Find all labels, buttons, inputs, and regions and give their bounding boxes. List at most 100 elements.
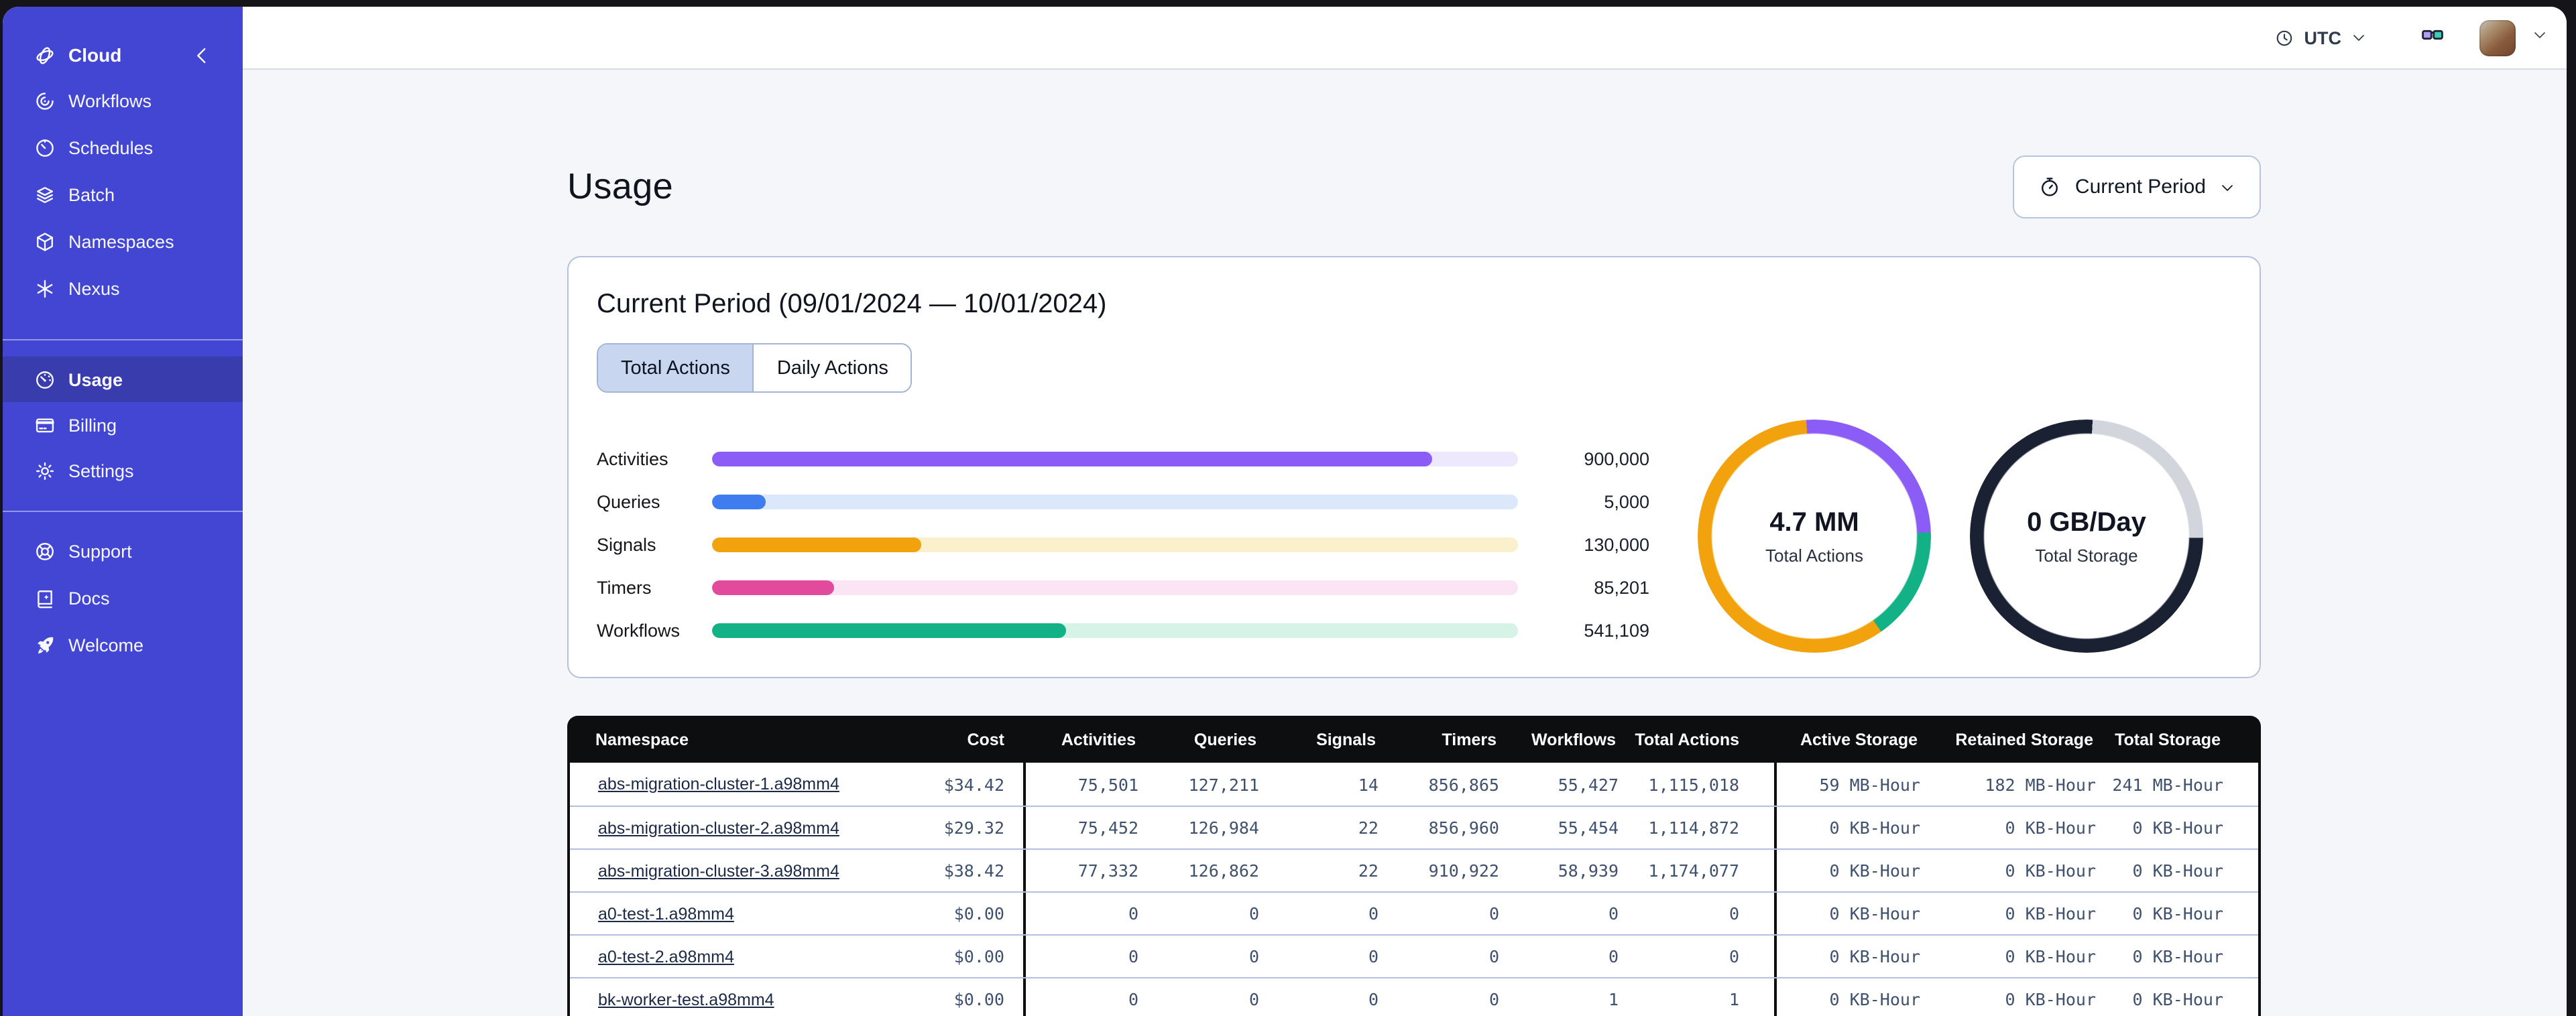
bar-track — [712, 494, 1518, 509]
bar-fill — [712, 623, 1066, 637]
tab-total-actions[interactable]: Total Actions — [598, 344, 753, 391]
table-cell: 127,211 — [1188, 774, 1259, 794]
sidebar-item-support[interactable]: Support — [3, 528, 243, 575]
table-cell: 856,960 — [1428, 818, 1499, 838]
actions-bar-chart: Activities 900,000 Queries 5,000 Signals 130,… — [597, 437, 1656, 651]
bar-fill — [712, 537, 921, 552]
user-menu-button[interactable] — [2526, 20, 2553, 55]
namespace-link[interactable]: abs-migration-cluster-1.a98mm4 — [598, 775, 839, 793]
sidebar-item-label: Billing — [68, 415, 117, 435]
namespace-link[interactable]: bk-worker-test.a98mm4 — [598, 990, 774, 1009]
namespace-link[interactable]: a0-test-2.a98mm4 — [598, 947, 734, 966]
table-row: abs-migration-cluster-3.a98mm4 $38.42 77,3… — [570, 848, 2258, 891]
namespace-usage-table: Namespace Cost Activities Queries Signals Tim… — [567, 716, 2261, 1016]
bar-row-timers: Timers 85,201 — [597, 566, 1656, 609]
table-cell: a0-test-2.a98mm4 — [570, 947, 852, 966]
timezone-selector[interactable]: UTC — [2264, 19, 2378, 56]
column-header-retained-storage: Retained Storage — [1955, 730, 2093, 749]
usage-card-title: Current Period (09/01/2024 — 10/01/2024) — [597, 290, 1107, 319]
sidebar-item-workflows[interactable]: Workflows — [3, 78, 243, 125]
table-cell: 1 — [1608, 989, 1619, 1009]
book-icon — [34, 587, 56, 610]
table-cell: 0 — [1488, 903, 1499, 924]
table-cell: 241 MB-Hour — [2112, 774, 2223, 794]
bar-value: 5,000 — [1604, 491, 1649, 511]
column-header-queries: Queries — [1193, 730, 1256, 749]
table-cell: 22 — [1358, 818, 1379, 838]
namespace-link[interactable]: abs-migration-cluster-2.a98mm4 — [598, 818, 839, 837]
chevron-down-icon — [2351, 29, 2367, 46]
table-cell: 1 — [1619, 978, 1777, 1016]
namespace-link[interactable]: abs-migration-cluster-3.a98mm4 — [598, 861, 839, 880]
sidebar-item-nexus[interactable]: Nexus — [3, 265, 243, 312]
table-cell: 0 — [1608, 946, 1619, 966]
table-cell: 856,865 — [1428, 774, 1499, 794]
table-row: a0-test-2.a98mm4 $0.00 0 0 0 0 0 0 0 KB-Hour 0 KB… — [570, 934, 2258, 977]
temporal-logo-icon — [34, 44, 56, 66]
gauge-icon — [34, 368, 56, 391]
sidebar-divider — [3, 511, 243, 512]
sidebar-header-label: Cloud — [68, 44, 122, 66]
table-cell: 14 — [1358, 774, 1379, 794]
column-header-total-storage: Total Storage — [2115, 730, 2221, 749]
nexus-icon — [34, 277, 56, 300]
sidebar-item-docs[interactable]: Docs — [3, 575, 243, 622]
bar-label: Activities — [597, 448, 668, 468]
table-cell: 0 — [1619, 893, 1777, 934]
usage-card: Current Period (09/01/2024 — 10/01/2024)… — [567, 256, 2261, 678]
bar-label: Queries — [597, 491, 660, 511]
sidebar-group-account: Usage Billing Settings — [3, 357, 243, 493]
table-cell: 0 KB-Hour — [1829, 818, 1920, 838]
table-cell: abs-migration-cluster-1.a98mm4 — [570, 775, 852, 793]
table-cell: 1,114,872 — [1619, 807, 1777, 848]
namespaces-icon — [34, 231, 56, 253]
table-cell: 0 — [1608, 903, 1619, 924]
table-cell: 0 KB-Hour — [2132, 946, 2223, 966]
table-cell: abs-migration-cluster-2.a98mm4 — [570, 818, 852, 837]
table-cell: $34.42 — [852, 763, 1026, 806]
table-cell: $38.42 — [852, 850, 1026, 891]
table-cell: $29.32 — [852, 807, 1026, 848]
tab-daily-actions[interactable]: Daily Actions — [752, 344, 911, 391]
column-header-namespace: Namespace — [595, 730, 689, 749]
sidebar-item-billing[interactable]: Billing — [3, 402, 243, 448]
period-selector-button[interactable]: Current Period — [2013, 155, 2261, 218]
table-cell: 0 — [1128, 946, 1138, 966]
table-cell: 77,332 — [1077, 861, 1138, 881]
table-row: abs-migration-cluster-1.a98mm4 $34.42 75,5… — [570, 763, 2258, 806]
table-cell: 0 — [1368, 989, 1379, 1009]
bar-value: 900,000 — [1584, 448, 1649, 468]
table-cell: 0 — [1248, 946, 1259, 966]
table-cell: 59 MB-Hour — [1819, 774, 1920, 794]
bar-label: Signals — [597, 534, 656, 554]
sidebar-item-usage[interactable]: Usage — [3, 357, 243, 402]
sidebar-item-namespaces[interactable]: Namespaces — [3, 218, 243, 265]
namespace-link[interactable]: a0-test-1.a98mm4 — [598, 904, 734, 923]
sidebar-item-batch[interactable]: Batch — [3, 172, 243, 218]
bar-row-signals: Signals 130,000 — [597, 523, 1656, 566]
table-cell: 0 — [1368, 903, 1379, 924]
bar-track — [712, 537, 1518, 552]
sidebar-group-primary: Workflows Schedules Batch Namespaces Nexus — [3, 78, 243, 312]
bar-label: Timers — [597, 577, 652, 597]
sidebar-collapse-button[interactable] — [190, 44, 213, 66]
table-cell: 0 — [1488, 989, 1499, 1009]
sidebar-item-schedules[interactable]: Schedules — [3, 125, 243, 172]
sidebar-item-label: Welcome — [68, 635, 144, 655]
table-cell: 182 MB-Hour — [1985, 774, 2096, 794]
sidebar-item-label: Support — [68, 542, 132, 562]
main-content: Usage Current Period Current Period (09/… — [567, 70, 2261, 1016]
table-row: a0-test-1.a98mm4 $0.00 0 0 0 0 0 0 0 KB-Hour 0 KB… — [570, 891, 2258, 934]
avatar[interactable] — [2479, 19, 2516, 56]
table-cell: 0 KB-Hour — [2005, 903, 2096, 924]
table-cell: 1,174,077 — [1619, 850, 1777, 891]
glasses-icon — [2420, 22, 2445, 53]
table-cell: 0 — [1128, 903, 1138, 924]
chevron-down-icon — [2532, 25, 2548, 50]
bar-row-workflows: Workflows 541,109 — [597, 609, 1656, 651]
schedules-icon — [34, 137, 56, 160]
table-cell: 0 KB-Hour — [2005, 946, 2096, 966]
sidebar-item-welcome[interactable]: Welcome — [3, 622, 243, 669]
labs-glasses-button[interactable] — [2412, 17, 2453, 58]
sidebar-item-settings[interactable]: Settings — [3, 448, 243, 493]
